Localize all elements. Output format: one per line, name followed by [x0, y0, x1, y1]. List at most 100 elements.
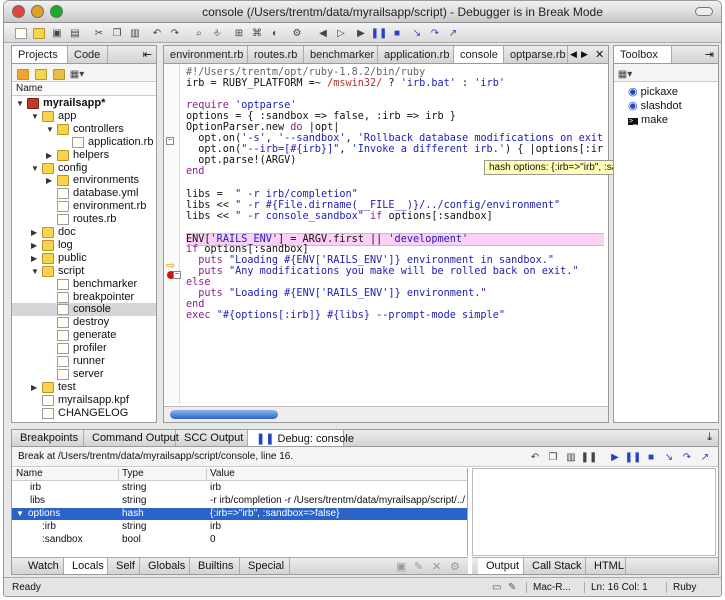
tree-item[interactable]: application.rb [12, 136, 156, 149]
code-line[interactable]: require 'optparse' [186, 100, 604, 111]
tree-item[interactable]: CHANGELOG [12, 407, 156, 420]
find-icon[interactable]: ⌕ [192, 26, 206, 40]
code-line[interactable]: opt.on("--irb=[#{irb}]", 'Invoke a diffe… [186, 144, 604, 155]
step-over-icon[interactable]: ↷ [680, 450, 694, 464]
new-file-icon[interactable] [14, 26, 28, 40]
tree-item[interactable]: server [12, 368, 156, 381]
tab-locals[interactable]: Locals [64, 558, 108, 574]
tree-item[interactable]: breakpointer [12, 291, 156, 304]
tree-item[interactable]: myrailsapp.kpf [12, 394, 156, 407]
tab-environment-rb[interactable]: environment.rb [164, 46, 248, 63]
step-in-icon[interactable]: ↘ [662, 450, 676, 464]
project-menu-icon[interactable]: ▦▾ [70, 67, 84, 81]
step-in-icon[interactable]: ↘ [410, 26, 424, 40]
zoom-window-button[interactable] [50, 5, 63, 18]
tab-toolbox[interactable]: Toolbox [614, 46, 672, 63]
code-line[interactable]: else [186, 277, 604, 288]
expanded-arrow-icon[interactable]: ▼ [31, 162, 39, 175]
paste-icon[interactable]: ▥ [128, 26, 142, 40]
lint-icon[interactable]: ✎ [508, 582, 516, 593]
open-file-icon[interactable] [32, 26, 46, 40]
tree-item[interactable]: profiler [12, 342, 156, 355]
new-project-icon[interactable] [16, 67, 30, 81]
output-panel[interactable] [472, 468, 716, 556]
close-window-button[interactable] [12, 5, 25, 18]
collapsed-arrow-icon[interactable]: ▶ [46, 174, 52, 187]
tree-item[interactable]: ▶ log [12, 239, 156, 252]
tab-globals[interactable]: Globals [140, 558, 190, 574]
step-back-icon[interactable]: ↶ [528, 450, 542, 464]
edit-watch-icon[interactable]: ✎ [414, 560, 423, 573]
expanded-arrow-icon[interactable]: ▼ [31, 110, 39, 123]
code-line[interactable]: irb = RUBY_PLATFORM =~ /mswin32/ ? 'irb.… [186, 78, 604, 89]
variable-row[interactable]: :sandbox bool 0 [12, 534, 467, 546]
cut-icon[interactable]: ✂ [92, 26, 106, 40]
tab-self[interactable]: Self [108, 558, 140, 574]
variable-row[interactable]: libs string -r irb/completion -r /Users/tr… [12, 495, 467, 507]
code-line[interactable]: opt.on('-s', '--sandbox', 'Rollback data… [186, 133, 604, 144]
code-line[interactable]: puts "Loading #{ENV['RAILS_ENV']} enviro… [186, 255, 604, 266]
debug-pause-icon[interactable]: ❚❚ [371, 26, 388, 40]
redo-icon[interactable]: ↷ [168, 26, 182, 40]
tab-command-output[interactable]: Command Output [84, 430, 179, 446]
minimize-pane-icon[interactable]: ⤓ [707, 431, 712, 444]
tree-item[interactable]: ▼ config [12, 162, 156, 175]
tab-console[interactable]: console [454, 46, 504, 63]
new-watch-icon[interactable]: ▣ [396, 560, 406, 573]
tree-item[interactable]: ▼ controllers [12, 123, 156, 136]
close-tab-icon[interactable]: ✕ [595, 48, 604, 61]
python-shell-icon[interactable]: ⌘ [250, 26, 264, 40]
toolbox-icon[interactable]: ⊞ [232, 26, 246, 40]
code-line[interactable]: if options[:sandbox] [186, 244, 604, 255]
code-editor[interactable]: #!/Users/trentm/opt/ruby-1.8.2/bin/ruby i… [186, 67, 604, 403]
editor-gutter[interactable]: − ⇨ − [164, 64, 181, 404]
save-all-icon[interactable]: ▤ [68, 26, 82, 40]
minimize-window-button[interactable] [31, 5, 44, 18]
tab-breakpoints[interactable]: Breakpoints [12, 430, 84, 446]
code-line[interactable]: OptionParser.new do |opt| [186, 122, 604, 133]
collapsed-arrow-icon[interactable]: ▶ [31, 239, 37, 252]
add-folder-icon[interactable] [52, 67, 66, 81]
stop-icon[interactable]: ■ [644, 450, 658, 464]
tab-watch[interactable]: Watch [20, 558, 64, 574]
toolbox-item-slashdot[interactable]: ◉ slashdot [628, 100, 682, 113]
tab-scc-output[interactable]: SCC Output [176, 430, 248, 446]
run-command-icon[interactable]: ⚙ [290, 26, 304, 40]
editor-hscrollbar[interactable] [164, 406, 608, 422]
variable-row[interactable]: ▼ options hash {:irb=>"irb", :sandbox=>fals… [12, 508, 467, 520]
tab-output[interactable]: Output [478, 558, 524, 574]
code-line[interactable]: exec "#{options[:irb]} #{libs} --prompt-… [186, 310, 604, 321]
tree-item[interactable]: ▼ app [12, 110, 156, 123]
tree-item[interactable]: environment.rb [12, 200, 156, 213]
watch-options-icon[interactable]: ⚙ [450, 560, 460, 573]
break-icon[interactable]: ❚❚ [625, 450, 642, 464]
debug-stop-icon[interactable]: ■ [390, 26, 404, 40]
tab-html[interactable]: HTML [586, 558, 626, 574]
delete-watch-icon[interactable]: ✕ [432, 560, 441, 573]
encoding-indicator[interactable]: Mac-R... [526, 582, 571, 593]
tab-scroll-right-icon[interactable]: ▶ [581, 49, 588, 60]
tab-builtins[interactable]: Builtins [190, 558, 240, 574]
tab-scroll-left-icon[interactable]: ◀ [570, 49, 577, 60]
tree-item[interactable]: destroy [12, 316, 156, 329]
debug-step-back-icon[interactable]: ◀ [316, 26, 330, 40]
tree-item[interactable]: ▼ script [12, 265, 156, 278]
tab-benchmarker[interactable]: benchmarker [304, 46, 378, 63]
tree-item[interactable]: console [12, 303, 156, 317]
column-name[interactable]: Name [16, 468, 43, 480]
code-line[interactable]: options = { :sandbox => false, :irb => i… [186, 111, 604, 122]
undo-icon[interactable]: ↶ [150, 26, 164, 40]
tree-column-header[interactable]: Name [12, 83, 156, 96]
code-line[interactable]: #!/Users/trentm/opt/ruby-1.8.2/bin/ruby [186, 67, 604, 78]
collapsed-arrow-icon[interactable]: ▶ [46, 149, 52, 162]
tree-item[interactable]: runner [12, 355, 156, 368]
expanded-arrow-icon[interactable]: ▼ [16, 97, 24, 110]
paste-icon[interactable]: ▥ [564, 450, 578, 464]
expanded-arrow-icon[interactable]: ▼ [31, 265, 39, 278]
step-out-icon[interactable]: ↗ [698, 450, 712, 464]
replace-icon[interactable]: ⎀ [210, 26, 224, 40]
variable-row[interactable]: :irb string irb [12, 521, 467, 533]
variable-row[interactable]: irb string irb [12, 482, 467, 494]
debug-step-icon[interactable]: ▷ [334, 26, 348, 40]
tree-item[interactable]: ▶ public [12, 252, 156, 265]
